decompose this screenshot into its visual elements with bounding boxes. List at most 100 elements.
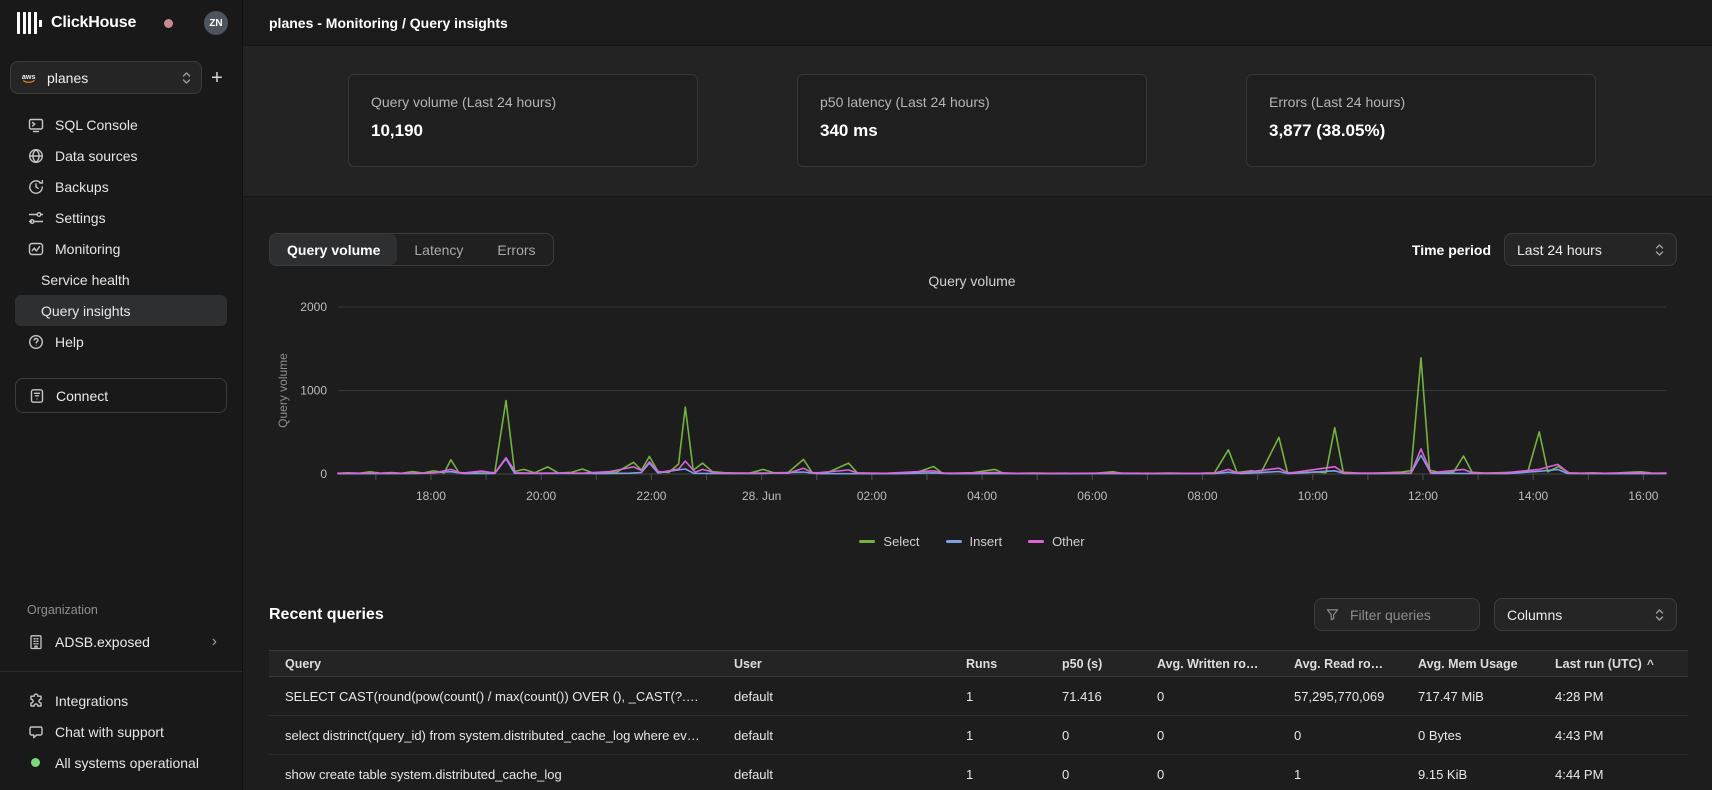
sidebar-item-data-sources[interactable]: Data sources — [15, 140, 227, 171]
columns-select[interactable]: Columns — [1494, 598, 1677, 631]
cell-query: SELECT CAST(round(pow(count() / max(coun… — [269, 689, 718, 704]
sidebar-footer-integrations-label: Integrations — [55, 693, 128, 709]
cell-last-run-utc: 4:28 PM — [1539, 689, 1688, 704]
time-period-control: Time period Last 24 hours — [1412, 233, 1677, 266]
cell-p50-s: 0 — [1046, 767, 1141, 782]
sidebar-item-backups-label: Backups — [55, 179, 109, 195]
table-row[interactable]: SELECT CAST(round(pow(count() / max(coun… — [269, 677, 1688, 716]
sidebar-item-settings[interactable]: Settings — [15, 202, 227, 233]
sidebar-item-help[interactable]: Help — [15, 326, 227, 357]
recent-queries-table: QueryUserRunsp50 (s)Avg. Written rowsAvg… — [269, 650, 1688, 790]
column-header-avg-mem-usage[interactable]: Avg. Mem Usage — [1402, 657, 1539, 671]
sidebar-item-service-health[interactable]: Service health — [15, 264, 227, 295]
legend-item-other[interactable]: Other — [1028, 534, 1085, 549]
integrations-icon — [27, 692, 44, 709]
column-header-query[interactable]: Query — [269, 657, 718, 671]
cell-avg-read-rows: 0 — [1278, 728, 1402, 743]
chevron-up-down-icon — [1655, 608, 1664, 622]
chart-tab-group: Query volumeLatencyErrors — [269, 233, 554, 266]
settings-icon — [27, 209, 44, 226]
sidebar-item-query-insights[interactable]: Query insights — [15, 295, 227, 326]
sidebar-footer-integrations[interactable]: Integrations — [15, 685, 227, 716]
table-header-row-cells: QueryUserRunsp50 (s)Avg. Written rowsAvg… — [269, 650, 1688, 677]
stat-value: 10,190 — [371, 121, 675, 141]
add-service-button[interactable]: + — [202, 63, 232, 93]
cell-avg-mem-usage: 9.15 KiB — [1402, 767, 1539, 782]
sidebar-footer-chat-with-support[interactable]: Chat with support — [15, 716, 227, 747]
backups-icon — [27, 178, 44, 195]
cell-user: default — [718, 767, 950, 782]
tab-latency[interactable]: Latency — [397, 234, 480, 265]
stat-card-query-volume: Query volume (Last 24 hours) 10,190 — [348, 74, 698, 167]
stat-value: 3,877 (38.05%) — [1269, 121, 1573, 141]
legend-swatch-insert — [946, 540, 962, 543]
stat-label: p50 latency (Last 24 hours) — [820, 94, 1124, 110]
legend-label-insert: Insert — [970, 534, 1003, 549]
svg-text:22:00: 22:00 — [636, 489, 666, 503]
connect-button[interactable]: Connect — [15, 378, 227, 413]
svg-text:28. Jun: 28. Jun — [742, 489, 781, 503]
legend-item-insert[interactable]: Insert — [946, 534, 1003, 549]
cell-user: default — [718, 728, 950, 743]
filter-queries-input[interactable] — [1348, 606, 1468, 624]
sidebar-footer-all-systems-operational[interactable]: All systems operational — [15, 747, 227, 778]
cell-avg-mem-usage: 717.47 MiB — [1402, 689, 1539, 704]
column-header-avg-written-rows[interactable]: Avg. Written rows — [1141, 657, 1278, 671]
column-header-user[interactable]: User — [718, 657, 950, 671]
cell-avg-read-rows: 1 — [1278, 767, 1402, 782]
table-row[interactable]: select distrinct(query_id) from system.d… — [269, 716, 1688, 755]
tab-query-volume[interactable]: Query volume — [270, 234, 397, 265]
table-row[interactable]: show create table system.distributed_cac… — [269, 755, 1688, 790]
stat-card-p50-latency: p50 latency (Last 24 hours)340 ms — [797, 74, 1147, 167]
legend-item-select[interactable]: Select — [859, 534, 919, 549]
cell-runs: 1 — [950, 728, 1046, 743]
chart-legend: Select Insert Other — [269, 534, 1675, 549]
service-selector[interactable]: aws planes — [10, 61, 202, 94]
sidebar-item-settings-label: Settings — [55, 210, 106, 226]
column-header-avg-read-rows[interactable]: Avg. Read rows — [1278, 657, 1402, 671]
cell-avg-written-rows: 0 — [1141, 767, 1278, 782]
sidebar-item-data-sources-label: Data sources — [55, 148, 137, 164]
tab-errors[interactable]: Errors — [480, 234, 552, 265]
organization-row[interactable]: ADSB.exposed › — [15, 626, 227, 657]
sidebar-item-monitoring[interactable]: Monitoring — [15, 233, 227, 264]
connect-label: Connect — [56, 388, 108, 404]
chevron-right-icon: › — [212, 634, 217, 650]
sidebar-item-monitoring-label: Monitoring — [55, 241, 120, 257]
column-header-runs[interactable]: Runs — [950, 657, 1046, 671]
clickhouse-logo-icon — [17, 12, 42, 34]
sql-console-icon — [27, 116, 44, 133]
svg-text:12:00: 12:00 — [1408, 489, 1438, 503]
svg-text:02:00: 02:00 — [857, 489, 887, 503]
sidebar-divider — [0, 671, 242, 672]
svg-text:aws: aws — [22, 71, 36, 80]
legend-swatch-select — [859, 540, 875, 543]
sidebar-nav: SQL Console Data sources Backups Settings Mo… — [0, 109, 242, 357]
svg-text:04:00: 04:00 — [967, 489, 997, 503]
cell-avg-written-rows: 0 — [1141, 689, 1278, 704]
time-period-label: Time period — [1412, 242, 1491, 258]
cell-last-run-utc: 4:43 PM — [1539, 728, 1688, 743]
chart-controls-row: Query volumeLatencyErrors Time period La… — [269, 233, 1677, 266]
stat-label: Query volume (Last 24 hours) — [371, 94, 675, 110]
recent-queries-title: Recent queries — [269, 606, 384, 624]
time-period-select[interactable]: Last 24 hours — [1504, 233, 1677, 266]
cell-runs: 1 — [950, 689, 1046, 704]
sidebar: ClickHouse ZN aws planes + SQL ConsoleDa… — [0, 0, 243, 790]
stat-card-errors: Errors (Last 24 hours)3,877 (38.05%) — [1246, 74, 1596, 167]
column-header-last-run-utc[interactable]: Last run (UTC)^ — [1539, 657, 1688, 671]
monitoring-icon — [27, 240, 44, 257]
filter-queries-box — [1314, 598, 1480, 631]
column-header-p50-s[interactable]: p50 (s) — [1046, 657, 1141, 671]
svg-text:18:00: 18:00 — [416, 489, 446, 503]
sidebar-item-backups[interactable]: Backups — [15, 171, 227, 202]
query-volume-chart: 01000200018:0020:0022:0028. Jun02:0004:0… — [269, 297, 1675, 512]
main-content: Query volumeLatencyErrors Time period La… — [243, 197, 1712, 790]
recent-queries-header: Recent queries Columns — [269, 598, 1677, 631]
organization-section-label: Organization — [0, 603, 242, 617]
cell-p50-s: 71.416 — [1046, 689, 1141, 704]
data-sources-icon — [27, 147, 44, 164]
sidebar-item-sql-console[interactable]: SQL Console — [15, 109, 227, 140]
sidebar-item-sql-console-label: SQL Console — [55, 117, 138, 133]
user-avatar[interactable]: ZN — [204, 11, 228, 35]
